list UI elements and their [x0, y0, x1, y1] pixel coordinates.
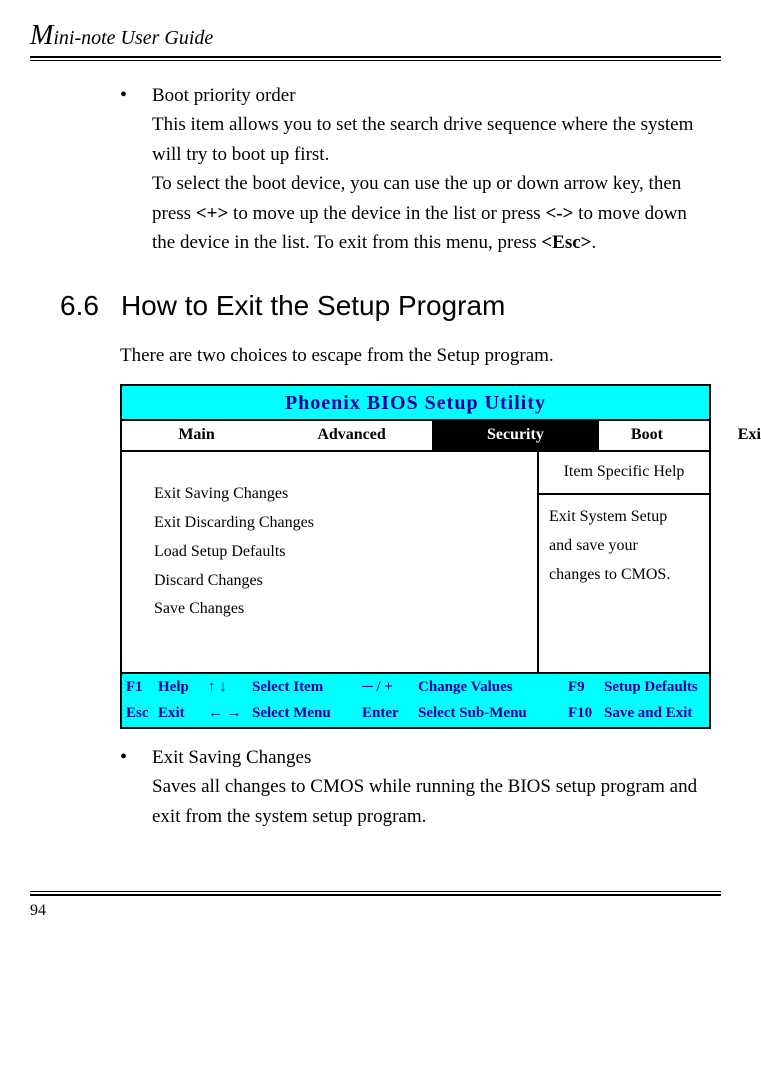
- footer-label: Select Item: [252, 676, 362, 699]
- footer-key: Enter: [362, 702, 418, 725]
- bios-tab-security[interactable]: Security: [432, 421, 599, 450]
- bullet-paragraph: To select the boot device, you can use t…: [152, 169, 711, 257]
- footer-key: ↑ ↓: [208, 676, 252, 699]
- bullet-body: Exit Saving Changes Saves all changes to…: [152, 743, 711, 831]
- bios-tab-advanced[interactable]: Advanced: [271, 421, 432, 450]
- bullet-title: Exit Saving Changes: [152, 743, 711, 772]
- bios-tab-exit[interactable]: Exit: [695, 421, 761, 450]
- footer-label: Select Menu: [252, 702, 362, 725]
- footer-label: Exit: [158, 702, 208, 725]
- bullet-dot: •: [120, 743, 134, 831]
- bios-panel: Phoenix BIOS Setup Utility Main Advanced…: [120, 384, 711, 728]
- key-minus: <->: [545, 203, 573, 224]
- bullet-item: • Exit Saving Changes Saves all changes …: [120, 743, 711, 831]
- footer-label: Select Sub-Menu: [418, 702, 568, 725]
- bios-menu-item[interactable]: Load Setup Defaults: [154, 538, 527, 567]
- footer-key: ← →: [208, 702, 252, 725]
- bios-footer-row: Esc Exit ← → Select Menu Enter Select Su…: [122, 700, 709, 727]
- footer-label: Help: [158, 676, 208, 699]
- footer-label: Setup Defaults: [604, 676, 705, 699]
- section-heading: 6.6 How to Exit the Setup Program: [60, 284, 711, 327]
- rule-thin: [30, 891, 721, 892]
- footer-key: Esc: [126, 702, 158, 725]
- bios-menu: Exit Saving Changes Exit Discarding Chan…: [122, 452, 537, 672]
- bios-menu-item[interactable]: Save Changes: [154, 595, 527, 624]
- rule-thick: [30, 56, 721, 58]
- section-intro: There are two choices to escape from the…: [120, 341, 711, 370]
- bios-tab-main[interactable]: Main: [122, 421, 271, 450]
- bios-footer: F1 Help ↑ ↓ Select Item ─ / + Change Val…: [122, 674, 709, 727]
- bios-body: Exit Saving Changes Exit Discarding Chan…: [122, 452, 709, 674]
- running-head: Mini-note User Guide: [30, 20, 721, 56]
- bios-help-heading: Item Specific Help: [539, 452, 709, 495]
- footer-key: F1: [126, 676, 158, 699]
- bios-tab-boot[interactable]: Boot: [599, 421, 695, 450]
- footer-label: Save and Exit: [604, 702, 705, 725]
- section-title: How to Exit the Setup Program: [121, 284, 505, 327]
- footer-key: ─ / +: [362, 676, 418, 699]
- bios-menu-item[interactable]: Discard Changes: [154, 567, 527, 596]
- bios-menu-item[interactable]: Exit Saving Changes: [154, 480, 527, 509]
- running-head-text: ini-note User Guide: [53, 27, 213, 49]
- bullet-paragraph: This item allows you to set the search d…: [152, 110, 711, 169]
- running-head-initial: M: [30, 20, 53, 51]
- key-plus: <+>: [196, 203, 228, 224]
- bios-footer-row: F1 Help ↑ ↓ Select Item ─ / + Change Val…: [122, 674, 709, 699]
- bios-title: Phoenix BIOS Setup Utility: [122, 386, 709, 421]
- bios-menu-item[interactable]: Exit Discarding Changes: [154, 509, 527, 538]
- footer-key: F9: [568, 676, 604, 699]
- bullet-item: • Boot priority order This item allows y…: [120, 81, 711, 258]
- rule-thin: [30, 60, 721, 61]
- footer-key: F10: [568, 702, 604, 725]
- bullet-paragraph: Saves all changes to CMOS while running …: [152, 772, 711, 831]
- footer-label: Change Values: [418, 676, 568, 699]
- bullet-title: Boot priority order: [152, 81, 711, 110]
- bios-help-pane: Item Specific Help Exit System Setup and…: [537, 452, 709, 672]
- section-number: 6.6: [60, 284, 99, 327]
- key-esc: <Esc>: [541, 232, 591, 253]
- bullet-body: Boot priority order This item allows you…: [152, 81, 711, 258]
- bios-help-body: Exit System Setup and save your changes …: [539, 495, 709, 597]
- bullet-dot: •: [120, 81, 134, 258]
- page-number: 94: [30, 896, 721, 920]
- bios-tabs: Main Advanced Security Boot Exit: [122, 421, 709, 452]
